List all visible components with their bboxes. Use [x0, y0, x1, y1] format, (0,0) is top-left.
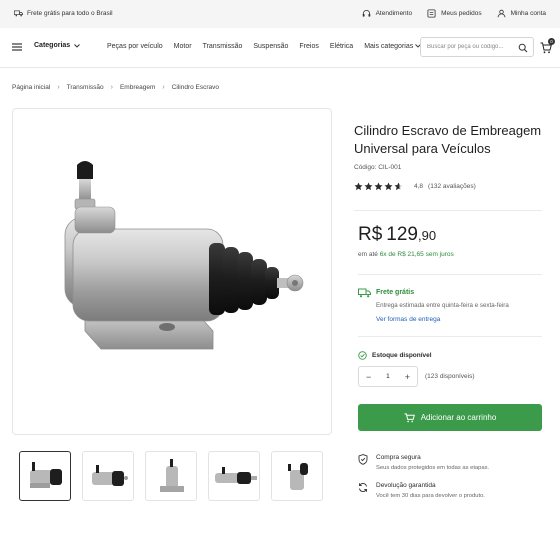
check-circle-icon [358, 351, 367, 360]
product-title: Cilindro Escravo de Embreagem Universal … [354, 123, 542, 156]
feature-title: Devolução garantida [376, 482, 436, 489]
thumbnail-image [288, 463, 308, 490]
orders-link[interactable]: Meus pedidos [427, 9, 482, 18]
chevron-right-icon: › [57, 84, 60, 91]
return-arrows-icon [359, 483, 367, 492]
search-box [420, 37, 534, 57]
nav-item-transmissao[interactable]: Transmissão [203, 43, 243, 50]
main-navigation: Categorias Peças por veículo Motor Trans… [0, 28, 560, 68]
divider [358, 274, 542, 275]
breadcrumb-item[interactable]: Página inicial [12, 84, 50, 91]
divider [354, 210, 542, 211]
feature-secure-purchase: Compra segura Seus dados protegidos em t… [358, 454, 489, 471]
nav-item-eletrica[interactable]: Elétrica [330, 43, 353, 50]
product-rating[interactable]: 4,8 (132 avaliações) [354, 182, 476, 191]
nav-item-mais-categorias[interactable]: Mais categorias [364, 43, 422, 50]
chevron-right-icon: › [110, 84, 113, 91]
chevron-down-icon [74, 43, 81, 48]
search-icon[interactable] [518, 43, 528, 53]
rating-stars-icon [354, 182, 403, 191]
category-menu: Peças por veículo Motor Transmissão Susp… [107, 43, 422, 50]
installments: em até 6x de R$ 21,65 sem juros [358, 251, 454, 258]
thumbnail-4[interactable] [208, 451, 260, 501]
thumbnail-image [160, 459, 184, 492]
review-count: (132 avaliações) [428, 183, 476, 190]
breadcrumb-item[interactable]: Embreagem [120, 84, 155, 91]
product-main-image[interactable] [12, 108, 332, 435]
breadcrumb-current: Cilindro Escravo [171, 84, 220, 91]
feature-subtitle: Seus dados protegidos em todas as etapas… [376, 465, 490, 471]
top-utility-bar: Frete grátis para todo o Brasil Atendime… [0, 0, 560, 28]
feature-guaranteed-return: Devolução garantida Você tem 30 dias par… [358, 482, 485, 499]
chevron-right-icon: › [162, 84, 165, 91]
free-shipping-banner: Frete grátis para todo o Brasil [14, 9, 113, 18]
truck-icon [14, 10, 23, 17]
nav-item-suspensao[interactable]: Suspensão [253, 43, 288, 50]
slave-cylinder-illustration [64, 161, 304, 350]
free-shipping-text: Frete grátis para todo o Brasil [27, 10, 113, 17]
thumbnail-1[interactable] [19, 451, 71, 501]
search-input[interactable] [427, 44, 513, 50]
account-link[interactable]: Minha conta [497, 9, 546, 18]
service-link[interactable]: Atendimento [362, 9, 413, 18]
cart-icon [404, 412, 415, 422]
delivery-options-link[interactable]: Ver formas de entrega [376, 316, 440, 323]
add-to-cart-button[interactable]: Adicionar ao carrinho [358, 404, 542, 431]
rating-value: 4,8 [414, 183, 424, 190]
decrease-quantity-button[interactable]: − [359, 372, 378, 382]
mais-categorias-label: Mais categorias [364, 43, 414, 50]
feature-subtitle: Você tem 30 dias para devolver o produto… [376, 493, 485, 499]
user-icon [497, 9, 505, 18]
thumbnail-image [30, 462, 62, 488]
truck-icon [358, 288, 371, 298]
hamburger-menu-icon[interactable] [12, 43, 22, 51]
thumbnail-2[interactable] [82, 451, 134, 501]
thumbnail-3[interactable] [145, 451, 197, 501]
categories-dropdown[interactable]: Categorias [34, 42, 81, 49]
nav-item-pecas-por-veiculo[interactable]: Peças por veículo [107, 43, 163, 50]
thumbnail-image [215, 467, 257, 484]
nav-item-freios[interactable]: Freios [299, 43, 318, 50]
add-to-cart-label: Adicionar ao carrinho [420, 413, 497, 422]
stock-status: Estoque disponível [372, 352, 432, 359]
installments-value: 6x de R$ 21,65 sem juros [379, 251, 454, 258]
headset-icon [362, 10, 370, 17]
breadcrumb-item[interactable]: Transmissão [67, 84, 104, 91]
orders-label: Meus pedidos [441, 10, 482, 17]
orders-icon [427, 9, 436, 18]
quantity-value[interactable]: 1 [378, 373, 397, 380]
breadcrumb: Página inicial › Transmissão › Embreagem… [12, 84, 219, 91]
divider [358, 336, 542, 337]
quantity-stepper: − 1 + [358, 366, 418, 387]
account-label: Minha conta [510, 10, 546, 17]
product-code: Código: CIL-001 [354, 164, 402, 171]
price-cents: ,90 [418, 228, 437, 243]
categories-label: Categorias [34, 42, 71, 49]
cart-count-badge: 0 [548, 38, 555, 45]
increase-quantity-button[interactable]: + [398, 372, 417, 382]
free-shipping-label: Frete grátis [376, 289, 415, 296]
available-quantity: (123 disponíveis) [425, 373, 475, 380]
feature-title: Compra segura [376, 454, 421, 461]
delivery-estimate: Entrega estimada entre quinta-feira e se… [376, 302, 509, 309]
price-integer: 129 [386, 224, 418, 245]
installments-prefix: em até [358, 251, 380, 258]
shield-icon [358, 454, 368, 465]
thumbnail-image [92, 465, 128, 486]
cart-button[interactable]: 0 [540, 38, 555, 54]
price-currency: R$ [358, 224, 383, 245]
thumbnail-5[interactable] [271, 451, 323, 501]
service-label: Atendimento [375, 10, 413, 17]
nav-item-motor[interactable]: Motor [174, 43, 192, 50]
product-price: R$ 129 ,90 [358, 224, 436, 246]
thumbnail-gallery [19, 451, 323, 501]
